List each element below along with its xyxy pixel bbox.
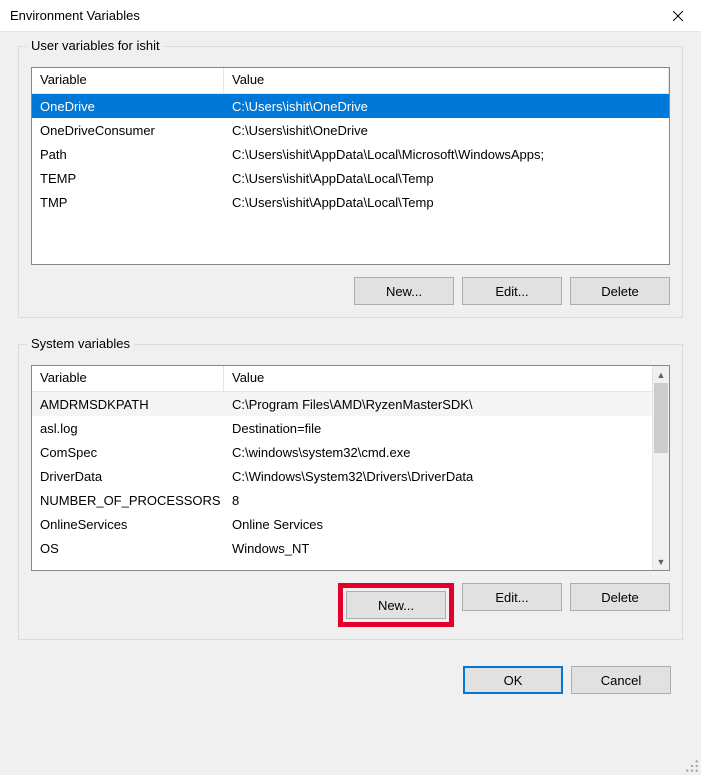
table-row[interactable]: OneDriveConsumerC:\Users\ishit\OneDrive: [32, 118, 669, 142]
scroll-thumb[interactable]: [654, 383, 668, 453]
dialog-footer: OK Cancel: [18, 666, 683, 694]
user-new-button[interactable]: New...: [354, 277, 454, 305]
cell-variable: OneDrive: [32, 97, 224, 116]
close-icon: [673, 11, 683, 21]
dialog-content: User variables for ishit Variable Value …: [0, 32, 701, 775]
highlight-marker: New...: [338, 583, 454, 627]
table-row[interactable]: DriverDataC:\Windows\System32\Drivers\Dr…: [32, 464, 652, 488]
list-body: OneDriveC:\Users\ishit\OneDriveOneDriveC…: [32, 94, 669, 214]
cell-value: C:\Users\ishit\AppData\Local\Temp: [224, 193, 669, 212]
cancel-button[interactable]: Cancel: [571, 666, 671, 694]
table-row[interactable]: PathC:\Users\ishit\AppData\Local\Microso…: [32, 142, 669, 166]
cell-value: C:\Program Files\AMD\RyzenMasterSDK\: [224, 395, 652, 414]
cell-variable: NUMBER_OF_PROCESSORS: [32, 491, 224, 510]
header-variable[interactable]: Variable: [32, 68, 224, 93]
user-delete-button[interactable]: Delete: [570, 277, 670, 305]
cell-variable: Path: [32, 145, 224, 164]
header-variable[interactable]: Variable: [32, 366, 224, 391]
cell-variable: OnlineServices: [32, 515, 224, 534]
window-title: Environment Variables: [10, 8, 140, 23]
titlebar: Environment Variables: [0, 0, 701, 32]
table-row[interactable]: ComSpecC:\windows\system32\cmd.exe: [32, 440, 652, 464]
table-row[interactable]: asl.logDestination=file: [32, 416, 652, 440]
system-variables-group: System variables Variable Value AMDRMSDK…: [18, 344, 683, 640]
cell-variable: AMDRMSDKPATH: [32, 395, 224, 414]
table-row[interactable]: OnlineServicesOnline Services: [32, 512, 652, 536]
system-edit-button[interactable]: Edit...: [462, 583, 562, 611]
cell-value: C:\Windows\System32\Drivers\DriverData: [224, 467, 652, 486]
table-row[interactable]: OSWindows_NT: [32, 536, 652, 560]
table-row[interactable]: AMDRMSDKPATHC:\Program Files\AMD\RyzenMa…: [32, 392, 652, 416]
resize-grip-icon[interactable]: [685, 759, 699, 773]
user-variables-list[interactable]: Variable Value OneDriveC:\Users\ishit\On…: [31, 67, 670, 265]
cell-variable: TEMP: [32, 169, 224, 188]
cell-value: C:\Users\ishit\OneDrive: [224, 121, 669, 140]
user-group-legend: User variables for ishit: [27, 38, 164, 53]
cell-value: C:\Users\ishit\OneDrive: [224, 97, 669, 116]
user-edit-button[interactable]: Edit...: [462, 277, 562, 305]
system-variables-list[interactable]: Variable Value AMDRMSDKPATHC:\Program Fi…: [31, 365, 670, 571]
scroll-up-arrow-icon[interactable]: ▲: [653, 366, 669, 383]
system-new-button[interactable]: New...: [346, 591, 446, 619]
cell-variable: OS: [32, 539, 224, 558]
cell-value: Online Services: [224, 515, 652, 534]
system-button-row: New... Edit... Delete: [31, 583, 670, 627]
scroll-down-arrow-icon[interactable]: ▼: [653, 553, 669, 570]
header-value[interactable]: Value: [224, 366, 669, 391]
user-button-row: New... Edit... Delete: [31, 277, 670, 305]
ok-button[interactable]: OK: [463, 666, 563, 694]
cell-variable: TMP: [32, 193, 224, 212]
table-row[interactable]: NUMBER_OF_PROCESSORS8: [32, 488, 652, 512]
user-variables-group: User variables for ishit Variable Value …: [18, 46, 683, 318]
list-header: Variable Value: [32, 366, 669, 392]
cell-variable: DriverData: [32, 467, 224, 486]
header-value[interactable]: Value: [224, 68, 669, 93]
cell-variable: asl.log: [32, 419, 224, 438]
cell-value: Windows_NT: [224, 539, 652, 558]
cell-value: C:\Users\ishit\AppData\Local\Microsoft\W…: [224, 145, 669, 164]
cell-value: 8: [224, 491, 652, 510]
cell-value: C:\Users\ishit\AppData\Local\Temp: [224, 169, 669, 188]
cell-value: Destination=file: [224, 419, 652, 438]
table-row[interactable]: TMPC:\Users\ishit\AppData\Local\Temp: [32, 190, 669, 214]
close-button[interactable]: [655, 0, 701, 32]
table-row[interactable]: TEMPC:\Users\ishit\AppData\Local\Temp: [32, 166, 669, 190]
cell-variable: ComSpec: [32, 443, 224, 462]
cell-value: C:\windows\system32\cmd.exe: [224, 443, 652, 462]
list-body: AMDRMSDKPATHC:\Program Files\AMD\RyzenMa…: [32, 392, 652, 560]
table-row[interactable]: OneDriveC:\Users\ishit\OneDrive: [32, 94, 669, 118]
system-group-legend: System variables: [27, 336, 134, 351]
vertical-scrollbar[interactable]: ▲ ▼: [652, 366, 669, 570]
list-header: Variable Value: [32, 68, 669, 94]
system-delete-button[interactable]: Delete: [570, 583, 670, 611]
cell-variable: OneDriveConsumer: [32, 121, 224, 140]
